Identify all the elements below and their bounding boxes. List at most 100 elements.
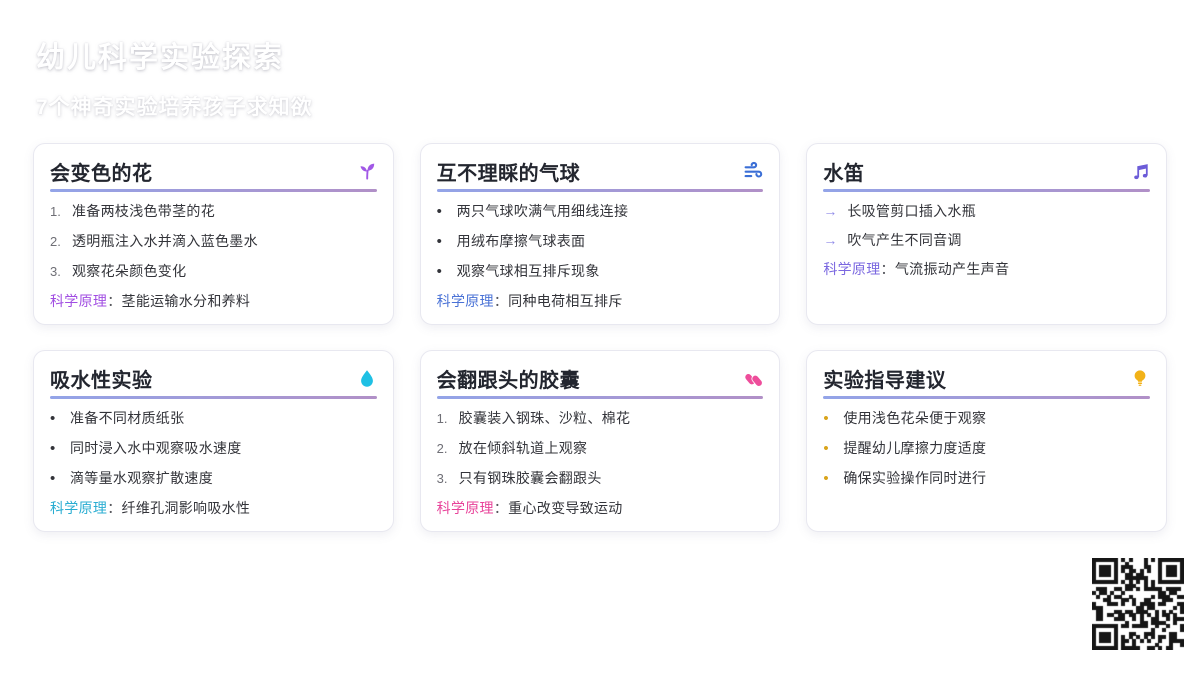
number-marker: 3. [436, 471, 448, 486]
card-divider [823, 396, 1150, 399]
bullet-marker: • [436, 263, 442, 280]
list-item: • 提醒幼儿摩擦力度适度 [823, 440, 1150, 457]
list-item: 3. 观察花朵颜色变化 [50, 263, 377, 280]
bullet-marker: • [50, 410, 56, 427]
principle-text: 纤维孔洞影响吸水性 [121, 500, 251, 516]
number-marker: 2. [436, 441, 448, 456]
bullet-marker: • [823, 410, 829, 427]
principle-text: 茎能运输水分和养料 [121, 293, 251, 309]
list-item-text: 使用浅色花朵便于观察 [843, 410, 987, 426]
principle-text: 重心改变导致运动 [508, 500, 623, 516]
bullet-marker: • [50, 440, 56, 457]
list-item-text: 胶囊装入钢珠、沙粒、棉花 [458, 410, 631, 426]
number-marker: 3. [50, 264, 61, 279]
principle-label: 科学原理 [50, 293, 108, 309]
principle-separator: ： [880, 261, 895, 277]
card-title: 吸水性实验 [50, 369, 153, 392]
list-item: • 同时浸入水中观察吸水速度 [50, 440, 377, 457]
list-item-text: 准备不同材质纸张 [70, 410, 185, 426]
list-item-text: 放在倾斜轨道上观察 [458, 440, 588, 456]
list-item-text: 同时浸入水中观察吸水速度 [70, 440, 242, 456]
number-marker: 2. [50, 234, 61, 249]
list-item: 1. 胶囊装入钢珠、沙粒、棉花 [437, 410, 764, 427]
card-header: 吸水性实验 [50, 365, 377, 392]
card-somersault-capsule: 会翻跟头的胶囊 1. 胶囊装入钢珠、沙粒、棉花 2. 放在倾斜轨道上观察 3. 只有钢珠胶… [419, 350, 781, 532]
card-header: 水笛 [823, 158, 1150, 185]
principle-label: 科学原理 [436, 500, 494, 516]
page-subtitle: 7个神奇实验培养孩子求知欲 [36, 96, 313, 119]
bullet-marker: • [436, 203, 442, 220]
card-divider [436, 189, 764, 192]
lightbulb-icon [1130, 368, 1150, 388]
list-item: 3. 只有钢珠胶囊会翻跟头 [437, 470, 764, 487]
list-item: • 观察气球相互排斥现象 [437, 263, 764, 280]
list-item-text: 观察气球相互排斥现象 [456, 263, 600, 279]
card-divider [436, 396, 764, 399]
card-title: 会翻跟头的胶囊 [436, 369, 581, 392]
bullet-marker: • [436, 233, 442, 250]
bullet-marker: • [823, 440, 829, 457]
card-header: 会变色的花 [50, 158, 377, 185]
principle-line: 科学原理：纤维孔洞影响吸水性 [50, 500, 377, 517]
principle-line: 科学原理：重心改变导致运动 [437, 500, 764, 517]
card-absorption-experiment: 吸水性实验 • 准备不同材质纸张 • 同时浸入水中观察吸水速度 • 滴等量水观察扩散速度 … [33, 350, 394, 532]
principle-label: 科学原理 [50, 500, 108, 516]
list-item: • 使用浅色花朵便于观察 [823, 410, 1150, 427]
list-item-text: 滴等量水观察扩散速度 [70, 470, 213, 486]
card-list: • 准备不同材质纸张 • 同时浸入水中观察吸水速度 • 滴等量水观察扩散速度 [50, 410, 377, 487]
qr-code [1092, 558, 1184, 650]
card-header: 会翻跟头的胶囊 [436, 365, 764, 392]
card-guidance-tips: 实验指导建议 • 使用浅色花朵便于观察 • 提醒幼儿摩擦力度适度 • 确保实验操作同时进行 [806, 350, 1167, 532]
list-item: • 滴等量水观察扩散速度 [50, 470, 377, 487]
principle-text: 同种电荷相互排斥 [508, 293, 623, 309]
card-header: 互不理睬的气球 [436, 158, 764, 185]
list-item-text: 两只气球吹满气用细线连接 [456, 203, 629, 219]
list-item-text: 吹气产生不同音调 [847, 232, 962, 248]
principle-label: 科学原理 [436, 293, 494, 309]
list-item: • 用绒布摩擦气球表面 [437, 233, 764, 250]
page-header: 幼儿科学实验探索 7个神奇实验培养孩子求知欲 [36, 34, 313, 121]
card-title: 会变色的花 [50, 162, 153, 185]
list-item-text: 准备两枝浅色带茎的花 [72, 203, 215, 219]
droplet-icon [357, 368, 377, 388]
list-item: • 两只气球吹满气用细线连接 [437, 203, 764, 220]
page-title: 幼儿科学实验探索 [36, 42, 285, 74]
number-marker: 1. [50, 204, 61, 219]
card-divider [823, 189, 1150, 192]
card-color-changing-flower: 会变色的花 1. 准备两枝浅色带茎的花 2. 透明瓶注入水并滴入蓝色墨水 3. 观察花朵颜… [33, 143, 394, 325]
card-list: → 长吸管剪口插入水瓶 → 吹气产生不同音调 [823, 203, 1150, 248]
list-item-text: 只有钢珠胶囊会翻跟头 [458, 470, 602, 486]
principle-separator: ： [107, 500, 122, 516]
principle-separator: ： [107, 293, 122, 309]
list-item: 2. 透明瓶注入水并滴入蓝色墨水 [50, 233, 377, 250]
principle-text: 气流振动产生声音 [894, 261, 1010, 277]
list-item: • 准备不同材质纸张 [50, 410, 377, 427]
list-item: • 确保实验操作同时进行 [823, 470, 1150, 487]
bullet-marker: • [823, 470, 829, 487]
arrow-marker: → [823, 232, 838, 248]
list-item-text: 用绒布摩擦气球表面 [456, 233, 586, 249]
list-item-text: 长吸管剪口插入水瓶 [847, 203, 977, 219]
card-list: 1. 准备两枝浅色带茎的花 2. 透明瓶注入水并滴入蓝色墨水 3. 观察花朵颜色变化 [50, 203, 377, 280]
principle-line: 科学原理：同种电荷相互排斥 [437, 293, 764, 310]
wind-icon [743, 161, 763, 181]
music-note-icon [1130, 161, 1150, 181]
list-item: 2. 放在倾斜轨道上观察 [437, 440, 764, 457]
card-divider [50, 189, 377, 192]
principle-label: 科学原理 [823, 261, 881, 277]
card-title: 互不理睬的气球 [436, 162, 581, 185]
principle-separator: ： [493, 293, 509, 309]
list-item: 1. 准备两枝浅色带茎的花 [50, 203, 377, 220]
slide-page: 幼儿科学实验探索 7个神奇实验培养孩子求知欲 会变色的花 1. 准备两枝浅色带茎的… [0, 0, 1200, 675]
cards-grid: 会变色的花 1. 准备两枝浅色带茎的花 2. 透明瓶注入水并滴入蓝色墨水 3. 观察花朵颜… [33, 143, 1167, 532]
principle-line: 科学原理：气流振动产生声音 [823, 261, 1150, 278]
card-list: 1. 胶囊装入钢珠、沙粒、棉花 2. 放在倾斜轨道上观察 3. 只有钢珠胶囊会翻跟头 [437, 410, 764, 487]
list-item-text: 提醒幼儿摩擦力度适度 [843, 440, 987, 456]
card-list: • 使用浅色花朵便于观察 • 提醒幼儿摩擦力度适度 • 确保实验操作同时进行 [823, 410, 1150, 487]
list-item-text: 透明瓶注入水并滴入蓝色墨水 [72, 233, 258, 249]
arrow-marker: → [823, 203, 838, 219]
card-title: 实验指导建议 [823, 369, 947, 392]
card-ignoring-balloons: 互不理睬的气球 • 两只气球吹满气用细线连接 • 用绒布摩擦气球表面 • 观察气球相互排斥… [419, 143, 781, 325]
number-marker: 1. [436, 411, 448, 426]
list-item-text: 确保实验操作同时进行 [843, 470, 987, 486]
